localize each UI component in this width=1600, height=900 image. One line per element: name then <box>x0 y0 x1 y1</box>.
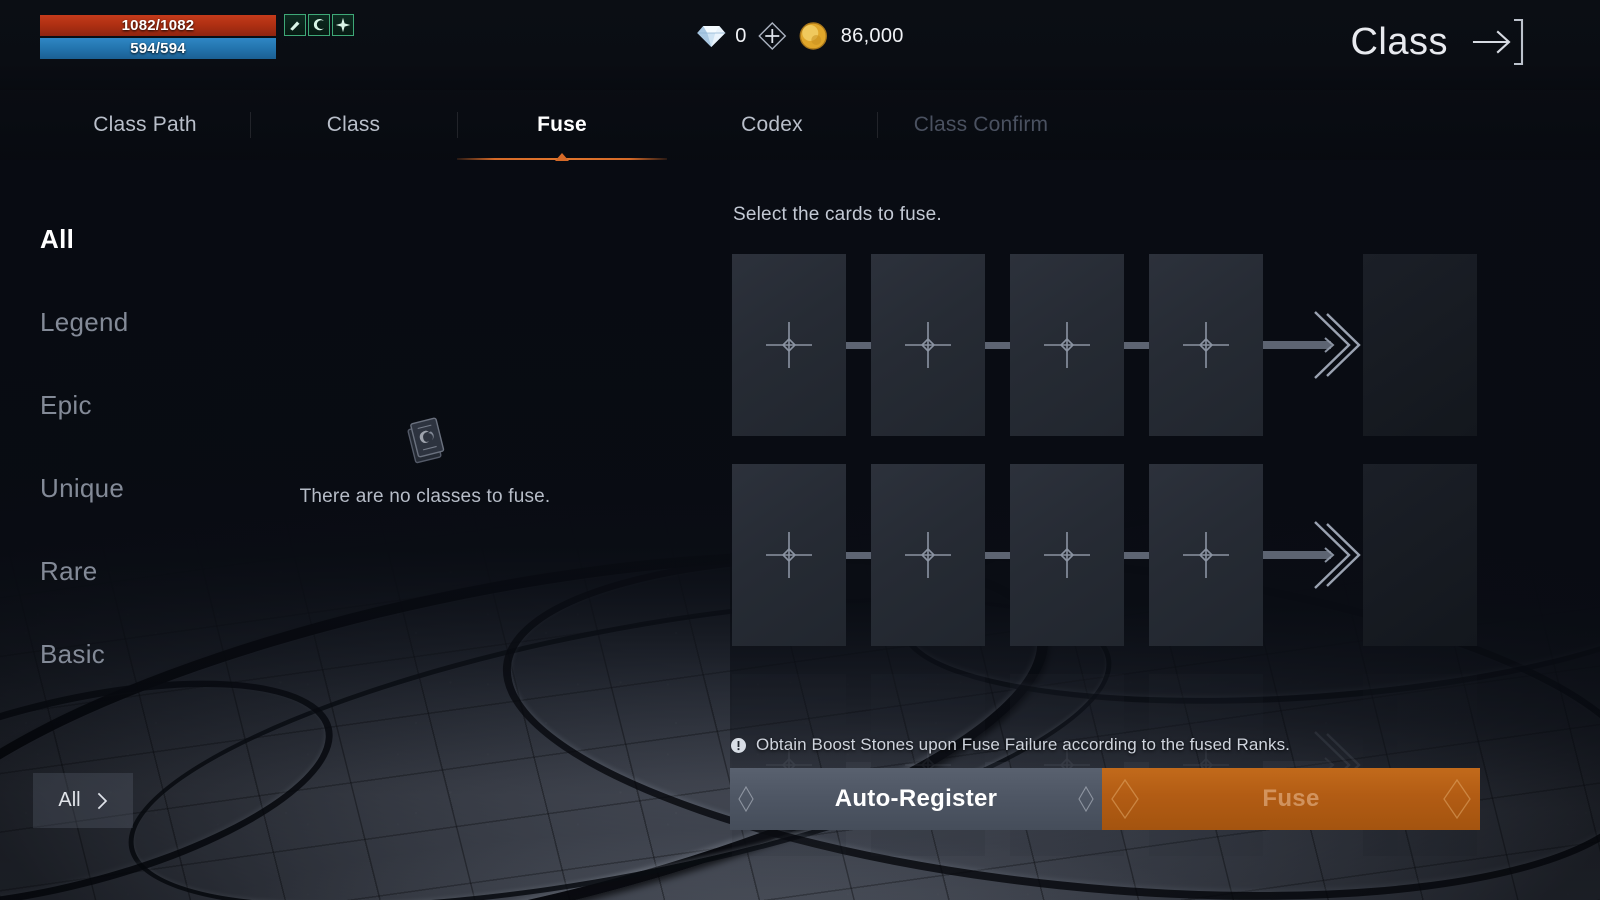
mp-bar: 594/594 <box>40 38 276 59</box>
sidebar-item-label: All <box>40 224 75 254</box>
sidebar-item-all[interactable]: All <box>40 198 300 281</box>
buff-icon-1[interactable] <box>284 14 306 36</box>
sidebar-item-epic[interactable]: Epic <box>40 364 300 447</box>
chevron-right-icon <box>97 792 107 809</box>
stacked-cards-icon <box>407 417 445 464</box>
sidebar-item-label: Rare <box>40 556 98 586</box>
sidebar-item-label: Unique <box>40 473 125 503</box>
plus-diamond-icon <box>1044 322 1090 368</box>
page-title: Class <box>1350 20 1448 63</box>
auto-register-label: Auto-Register <box>834 785 998 812</box>
fuse-button[interactable]: Fuse <box>1102 768 1480 830</box>
empty-state-message: There are no classes to fuse. <box>299 486 551 507</box>
buff-icon-list <box>284 14 354 36</box>
double-chevron-arrow-icon <box>1263 311 1361 379</box>
diamond-value: 0 <box>735 24 747 47</box>
filter-dropdown-label: All <box>58 789 81 811</box>
mp-value: 594/594 <box>130 40 186 57</box>
fuse-result-slot[interactable] <box>1363 464 1477 646</box>
fuse-note-text: Obtain Boost Stones upon Fuse Failure ac… <box>756 735 1291 754</box>
button-diamond-decoration <box>1110 777 1140 821</box>
fuse-material-slot[interactable] <box>871 464 985 646</box>
fuse-arrow <box>1263 300 1363 390</box>
sidebar-item-rare[interactable]: Rare <box>40 530 300 613</box>
fuse-instruction: Select the cards to fuse. <box>733 204 942 225</box>
hp-value: 1082/1082 <box>121 17 195 34</box>
sidebar-item-basic[interactable]: Basic <box>40 613 300 696</box>
buff-icon-2[interactable] <box>308 14 330 36</box>
tab-list: Class Path Class Fuse Codex Class Confirm <box>0 90 1600 161</box>
tab-bar: Class Path Class Fuse Codex Class Confirm <box>0 90 1600 161</box>
class-list-panel: All Legend Epic Unique Rare Basic There are n… <box>0 160 730 900</box>
add-diamond-button[interactable] <box>757 20 789 52</box>
fuse-material-slot[interactable] <box>732 464 846 646</box>
fuse-material-slot[interactable] <box>1149 254 1263 436</box>
tab-label: Codex <box>741 113 803 136</box>
sidebar-item-legend[interactable]: Legend <box>40 281 300 364</box>
plus-diamond-icon <box>1183 322 1229 368</box>
fuse-material-slot[interactable] <box>1010 254 1124 436</box>
hp-bar: 1082/1082 <box>40 15 276 36</box>
slot-connector <box>1124 341 1149 349</box>
top-hud: 1082/1082 594/594 0 86,000 Class <box>0 0 1600 90</box>
filter-dropdown-button[interactable]: All <box>33 773 133 828</box>
fuse-material-slot[interactable] <box>1010 464 1124 646</box>
auto-register-button[interactable]: Auto-Register <box>730 768 1102 830</box>
tab-label: Class Confirm <box>913 113 1049 136</box>
tab-class[interactable]: Class <box>250 90 457 160</box>
game-screen: 1082/1082 594/594 0 86,000 Class Class P… <box>0 0 1600 900</box>
empty-state: There are no classes to fuse. <box>300 410 550 508</box>
exclamation-circle-icon <box>731 737 746 753</box>
button-diamond-decoration <box>738 784 754 814</box>
fuse-result-slot[interactable] <box>1363 254 1477 436</box>
tab-label: Class <box>326 113 381 136</box>
gold-coin-icon <box>800 22 828 50</box>
rarity-filter-list: All Legend Epic Unique Rare Basic <box>40 198 300 696</box>
slot-connector <box>985 341 1010 349</box>
fuse-arrow <box>1263 510 1363 600</box>
fuse-note: Obtain Boost Stones upon Fuse Failure ac… <box>730 735 1600 755</box>
tab-class-confirm: Class Confirm <box>877 90 1085 160</box>
plus-diamond-icon <box>1183 532 1229 578</box>
active-tab-marker <box>553 149 571 161</box>
fuse-row <box>732 254 1477 436</box>
tab-class-path[interactable]: Class Path <box>40 90 250 160</box>
tab-label: Fuse <box>537 113 587 136</box>
slot-connector <box>846 341 871 349</box>
button-diamond-decoration <box>1078 784 1094 814</box>
fuse-material-slot[interactable] <box>871 254 985 436</box>
tab-label: Class Path <box>93 113 197 136</box>
plus-diamond-icon <box>1044 532 1090 578</box>
diamond-currency: 0 <box>696 23 746 49</box>
buff-icon-3[interactable] <box>332 14 354 36</box>
sidebar-item-label: Legend <box>40 307 129 337</box>
exit-arrow-icon[interactable] <box>1464 16 1526 68</box>
plus-diamond-icon <box>766 322 812 368</box>
tab-codex[interactable]: Codex <box>667 90 877 160</box>
fuse-row <box>732 464 1477 646</box>
diamond-icon <box>697 26 726 47</box>
sidebar-item-label: Basic <box>40 639 106 669</box>
button-diamond-decoration <box>1442 777 1472 821</box>
slot-connector <box>846 551 871 559</box>
fuse-button-label: Fuse <box>1262 785 1320 812</box>
double-chevron-arrow-icon <box>1263 521 1361 589</box>
plus-diamond-icon <box>905 322 951 368</box>
slot-connector <box>1124 551 1149 559</box>
plus-diamond-icon <box>905 532 951 578</box>
sidebar-item-unique[interactable]: Unique <box>40 447 300 530</box>
screen-title-group: Class <box>1350 16 1526 68</box>
fuse-material-slot[interactable] <box>1149 464 1263 646</box>
sidebar-item-label: Epic <box>40 390 92 420</box>
gold-value: 86,000 <box>840 24 904 47</box>
fuse-actions: Auto-Register Fuse <box>730 768 1480 830</box>
fuse-material-slot[interactable] <box>732 254 846 436</box>
gold-currency: 86,000 <box>799 21 904 51</box>
vitals-bars: 1082/1082 594/594 <box>40 15 276 59</box>
currency-bar: 0 86,000 <box>696 20 903 52</box>
slot-connector <box>985 551 1010 559</box>
plus-diamond-icon <box>766 532 812 578</box>
